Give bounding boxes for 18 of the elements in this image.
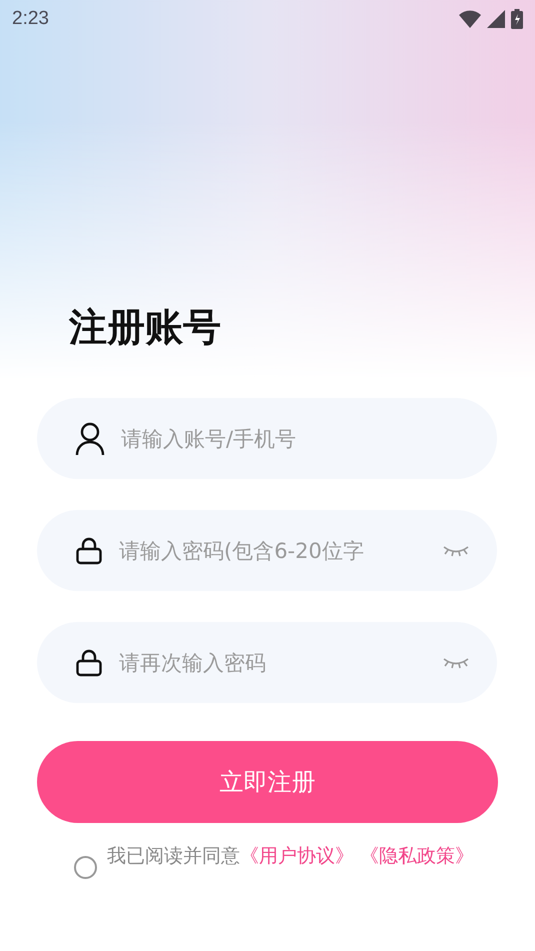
status-time: 2:23: [12, 8, 49, 30]
lock-icon: [75, 536, 103, 564]
eye-closed-icon[interactable]: [443, 544, 469, 556]
user-icon: [75, 422, 105, 456]
agree-radio[interactable]: [74, 856, 97, 879]
signal-icon: [487, 10, 505, 28]
page-title: 注册账号: [69, 304, 222, 351]
register-button[interactable]: 立即注册: [37, 741, 498, 823]
lock-icon: [75, 648, 103, 676]
input-field[interactable]: 请再次输入密码: [119, 650, 427, 674]
agreement-link[interactable]: 《隐私政策》: [360, 845, 474, 867]
eye-closed-icon[interactable]: [443, 656, 469, 668]
input-field[interactable]: 请输入密码(包含6-20位字: [119, 538, 427, 562]
agreement-text: 我已阅读并同意《用户协议》 《隐私政策》: [107, 845, 474, 867]
battery-icon: [511, 9, 523, 29]
input-field[interactable]: 请输入账号/手机号: [121, 426, 469, 450]
wifi-icon: [459, 10, 481, 28]
agreement-link[interactable]: 《用户协议》: [240, 845, 354, 867]
